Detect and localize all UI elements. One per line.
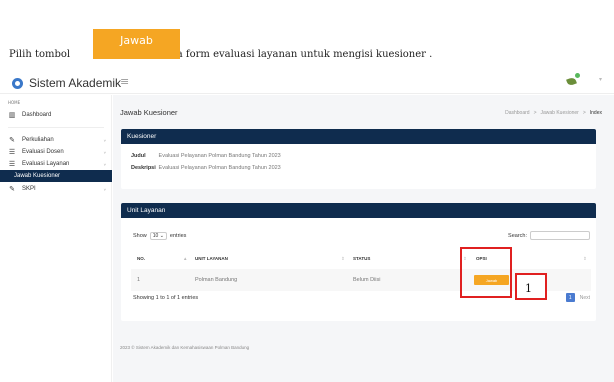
show-label: Show (133, 233, 147, 239)
annotation-number: 1 (525, 282, 532, 295)
breadcrumb-jawab-kuesioner[interactable]: Jawab Kuesioner (540, 110, 578, 116)
user-avatar-icon[interactable] (566, 73, 580, 87)
pencil-icon: ✎ (9, 186, 15, 193)
entries-select[interactable]: 10 ⌄ (149, 232, 167, 240)
sidebar-item-skpi[interactable]: ✎ SKPI ˅ (0, 183, 112, 195)
instruction-before: Pilih tombol (9, 49, 71, 60)
user-menu-caret-icon[interactable]: ▾ (599, 76, 602, 83)
breadcrumb-dashboard[interactable]: Dashboard (505, 110, 529, 116)
cell-unit: Polman Bandung (195, 277, 238, 283)
sidebar-item-jawab-kuesioner[interactable]: Jawab Kuesioner (0, 170, 112, 182)
top-bar: Sistem Akademik ≡ ▾ (0, 70, 614, 94)
sidebar-item-evaluasi-layanan[interactable]: ☰ Evaluasi Layanan ˅ (0, 158, 112, 170)
instruction-after: pada form evaluasi layanan untuk mengisi… (158, 49, 433, 60)
kuesioner-card-header: Kuesioner (121, 129, 596, 144)
sort-up-icon[interactable]: ▲ (183, 256, 187, 261)
deskripsi-label: Deskripsi (131, 165, 156, 171)
app-name: Sistem Akademik (29, 76, 122, 90)
column-header-unit[interactable]: UNIT LAYANAN (195, 256, 228, 261)
sort-icon[interactable]: ⇕ (583, 256, 587, 262)
sort-icon[interactable]: ⇕ (341, 256, 345, 262)
highlight-box-opsi (460, 247, 512, 298)
judul-label: Judul (131, 153, 146, 159)
list-icon: ☰ (8, 161, 16, 168)
breadcrumb-current: Index (589, 110, 602, 116)
search-label: Search: (508, 232, 527, 239)
footer-text: 2023 © Sistem Akademik dan Kemahasiswaan… (120, 345, 250, 350)
sidebar-item-evaluasi-dosen[interactable]: ☰ Evaluasi Dosen ˅ (0, 146, 112, 158)
sidebar-item-label: Jawab Kuesioner (14, 173, 61, 179)
entries-label: entries (169, 233, 187, 239)
table-header: NO. ▲ UNIT LAYANAN ⇕ STATUS ⇕ OPSI ⇕ (131, 251, 591, 265)
sidebar-item-label: Evaluasi Dosen (22, 149, 64, 155)
sidebar-item-label: Perkuliahan (22, 137, 54, 143)
showing-entries-text: Showing 1 to 1 of 1 entries (133, 295, 199, 301)
unit-layanan-card: Unit Layanan Show 10 ⌄ entries Search: N… (121, 203, 596, 321)
deskripsi-value: Evaluasi Pelayanan Polman Bandung Tahun … (158, 165, 281, 171)
list-icon: ☰ (8, 149, 16, 156)
entries-select-value: 10 (152, 233, 159, 239)
breadcrumb-separator: > (533, 110, 537, 116)
hamburger-icon[interactable]: ≡ (120, 75, 129, 88)
unit-layanan-card-header: Unit Layanan (121, 203, 596, 218)
chart-icon: ▥ (8, 112, 16, 119)
instruction-text: Pilih tombol pada form evaluasi layanan … (9, 49, 432, 60)
kuesioner-card: Kuesioner Judul Evaluasi Pelayanan Polma… (121, 129, 596, 189)
chevron-down-icon: ˅ (103, 161, 106, 167)
sidebar-item-dashboard[interactable]: ▥ Dashboard (0, 109, 112, 121)
show-entries: Show 10 ⌄ entries (133, 232, 186, 240)
judul-value: Evaluasi Pelayanan Polman Bandung Tahun … (158, 153, 281, 159)
sidebar-item-label: Dashboard (22, 112, 52, 118)
chevron-down-icon: ⌄ (159, 233, 164, 239)
page-button-1[interactable]: 1 (565, 293, 575, 302)
breadcrumb: Dashboard > Jawab Kuesioner > Index (505, 110, 602, 116)
next-button[interactable]: Next (580, 295, 590, 301)
chevron-down-icon: ˅ (103, 149, 106, 155)
brand[interactable]: Sistem Akademik (12, 76, 121, 90)
search-input[interactable] (530, 231, 590, 240)
sidebar-section-label: HOME (8, 100, 21, 105)
sidebar-item-label: Evaluasi Layanan (22, 161, 70, 167)
breadcrumb-separator: > (582, 110, 586, 116)
cell-no: 1 (137, 277, 141, 283)
sidebar-item-perkuliahan[interactable]: ✎ Perkuliahan ˅ (0, 134, 112, 146)
search-area: Search: (508, 231, 590, 240)
pencil-icon: ✎ (9, 137, 15, 144)
judul-row: Judul Evaluasi Pelayanan Polman Bandung … (131, 153, 281, 159)
online-dot-icon (575, 73, 580, 78)
sidebar: HOME ▥ Dashboard ✎ Perkuliahan ˅ ☰ Evalu… (0, 95, 112, 382)
column-header-no[interactable]: NO. (137, 256, 145, 261)
pagination: 1 Next (565, 293, 590, 302)
leaf-icon (566, 76, 577, 87)
jawab-button-illustration: Jawab (93, 29, 180, 59)
chevron-down-icon: ˅ (103, 137, 106, 143)
deskripsi-row: Deskripsi Evaluasi Pelayanan Polman Band… (131, 165, 281, 171)
main-content: Jawab Kuesioner Dashboard > Jawab Kuesio… (113, 95, 614, 382)
sidebar-item-label: SKPI (22, 186, 36, 192)
page-title: Jawab Kuesioner (120, 108, 178, 117)
cell-status: Belum Diisi (353, 277, 381, 283)
chevron-down-icon: ˅ (103, 186, 106, 192)
logo-icon (12, 77, 23, 89)
sidebar-divider (8, 127, 104, 128)
column-header-status[interactable]: STATUS (353, 256, 370, 261)
